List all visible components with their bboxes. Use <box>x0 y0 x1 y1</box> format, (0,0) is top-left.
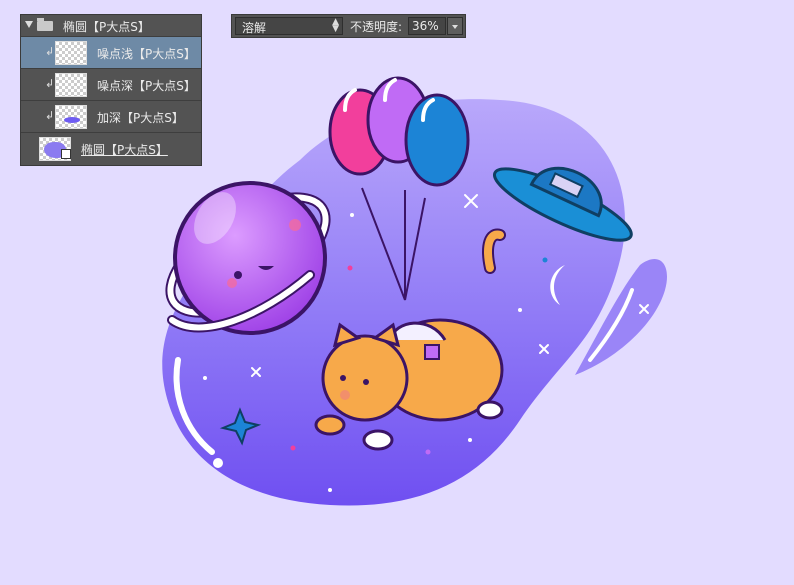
illustration-canvas <box>162 76 668 506</box>
balloon-blue <box>404 93 470 187</box>
star-dot <box>213 458 223 468</box>
